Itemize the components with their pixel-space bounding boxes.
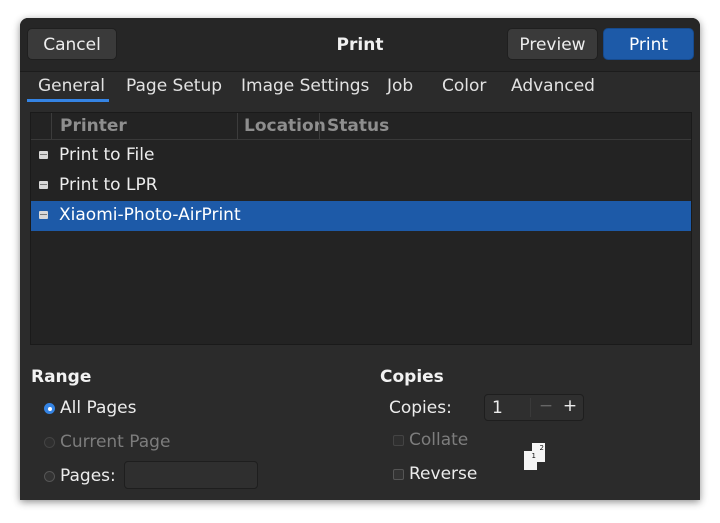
column-status[interactable]: Status [327, 116, 389, 136]
dialog-title: Print [336, 35, 384, 55]
printer-name: Xiaomi-Photo-AirPrint [59, 205, 241, 225]
column-separator [319, 113, 320, 139]
current-page-label[interactable]: Current Page [60, 432, 170, 452]
header-bar: Cancel Print Preview Print [20, 18, 700, 72]
copies-title: Copies [380, 367, 444, 387]
printer-row-print-to-lpr[interactable]: Print to LPR [31, 171, 691, 201]
column-location[interactable]: Location [244, 116, 326, 136]
active-tab-indicator [27, 99, 109, 102]
printer-icon [39, 181, 48, 189]
reverse-label[interactable]: Reverse [409, 464, 477, 484]
print-dialog: Cancel Print Preview Print General Page … [20, 18, 700, 500]
collate-label[interactable]: Collate [409, 430, 468, 450]
tab-color[interactable]: Color [442, 76, 486, 96]
pages-radio[interactable] [44, 471, 55, 482]
column-printer[interactable]: Printer [60, 116, 127, 136]
reverse-checkbox[interactable] [393, 469, 404, 480]
all-pages-label[interactable]: All Pages [60, 398, 137, 418]
increment-button[interactable]: + [559, 396, 581, 416]
copies-spinbutton[interactable]: 1 − + [484, 394, 584, 421]
printer-name: Print to LPR [59, 175, 158, 195]
tab-general[interactable]: General [38, 76, 105, 96]
tab-page-setup[interactable]: Page Setup [126, 76, 222, 96]
printer-icon [39, 211, 48, 219]
printer-name: Print to File [59, 145, 155, 165]
printer-row-xiaomi-photo-airprint[interactable]: Xiaomi-Photo-AirPrint [31, 201, 691, 231]
printer-icon [39, 151, 48, 159]
decrement-button[interactable]: − [535, 396, 557, 416]
printer-row-print-to-file[interactable]: Print to File [31, 141, 691, 171]
tab-job[interactable]: Job [387, 76, 413, 96]
copies-value[interactable]: 1 [492, 398, 503, 418]
spin-separator [530, 398, 531, 417]
tab-bar: General Page Setup Image Settings Job Co… [20, 72, 700, 102]
printer-list[interactable]: Printer Location Status Print to File Pr… [30, 112, 692, 345]
tab-image-settings[interactable]: Image Settings [241, 76, 369, 96]
all-pages-radio[interactable] [44, 403, 55, 414]
copies-label: Copies: [389, 398, 452, 418]
preview-button[interactable]: Preview [507, 28, 598, 60]
page-preview-1: 1 [524, 451, 537, 470]
print-button[interactable]: Print [603, 28, 694, 60]
column-separator [237, 113, 238, 139]
printer-list-header: Printer Location Status [31, 113, 691, 140]
column-separator [51, 113, 52, 139]
collate-preview-icon: 2 1 [522, 443, 548, 473]
current-page-radio[interactable] [44, 437, 55, 448]
tab-advanced[interactable]: Advanced [511, 76, 595, 96]
range-title: Range [31, 367, 92, 387]
pages-label[interactable]: Pages: [60, 466, 116, 486]
collate-checkbox[interactable] [393, 435, 404, 446]
pages-input[interactable] [124, 461, 258, 489]
